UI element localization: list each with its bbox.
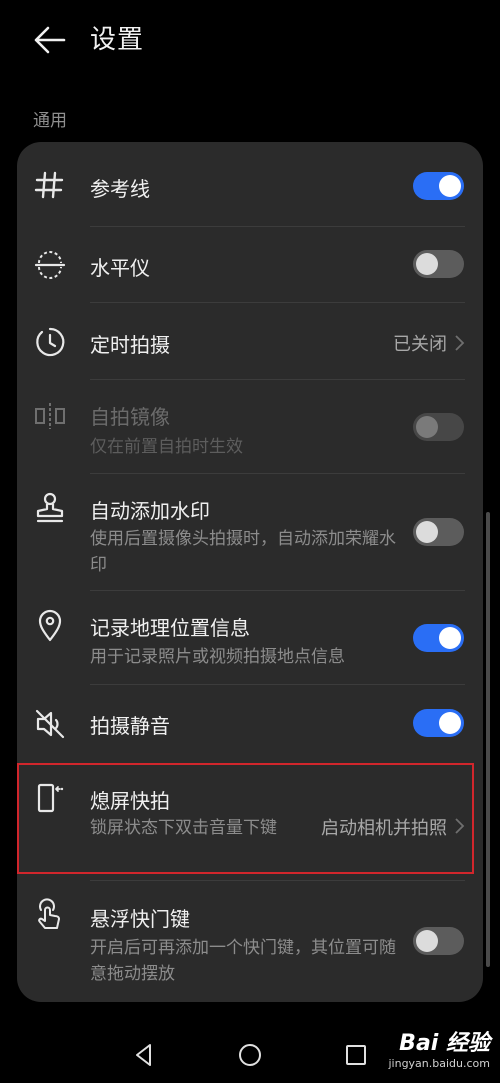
setting-location[interactable]: 记录地理位置信息 用于记录照片或视频拍摄地点信息	[17, 591, 483, 684]
header: 设置	[0, 0, 500, 82]
mute-icon	[33, 707, 67, 741]
setting-description: 用于记录照片或视频拍摄地点信息	[90, 647, 345, 667]
setting-description: 使用后置摄像头拍摄时，自动添加荣耀水印	[90, 529, 396, 575]
back-triangle-icon[interactable]	[129, 1040, 159, 1070]
grid-icon	[33, 168, 67, 202]
recents-square-icon[interactable]	[341, 1040, 371, 1070]
location-toggle[interactable]	[413, 624, 464, 652]
mirror-icon	[33, 399, 67, 433]
setting-level[interactable]: 水平仪	[17, 227, 483, 304]
setting-description: 开启后可再添加一个快门键，其位置可随意拖动摆放	[90, 938, 396, 984]
setting-label: 自拍镜像	[90, 405, 170, 429]
watermark-toggle[interactable]	[413, 518, 464, 546]
location-icon	[33, 609, 67, 643]
timer-icon	[33, 325, 67, 359]
setting-grid-lines[interactable]: 参考线	[17, 142, 483, 226]
level-icon	[33, 248, 67, 282]
setting-watermark[interactable]: 自动添加水印 使用后置摄像头拍摄时，自动添加荣耀水印	[17, 474, 483, 591]
setting-label: 参考线	[90, 177, 150, 201]
chevron-right-icon	[453, 333, 465, 353]
baidu-watermark: Bai 经验 jingyan.baidu.com	[388, 1031, 490, 1070]
selfie-mirror-toggle[interactable]	[413, 413, 464, 441]
page-title: 设置	[90, 25, 145, 55]
setting-label: 自动添加水印	[90, 499, 210, 523]
highlight-box	[17, 763, 474, 874]
setting-mute[interactable]: 拍摄静音	[17, 685, 483, 762]
setting-floating-shutter[interactable]: 悬浮快门键 开启后可再添加一个快门键，其位置可随意拖动摆放	[17, 881, 483, 1002]
setting-label: 水平仪	[90, 256, 150, 280]
setting-description: 仅在前置自拍时生效	[90, 437, 243, 457]
watermark-brand: Bai 经验	[399, 1031, 490, 1056]
touch-icon	[33, 897, 67, 931]
setting-label: 拍摄静音	[90, 714, 170, 738]
setting-selfie-mirror[interactable]: 自拍镜像 仅在前置自拍时生效	[17, 380, 483, 473]
setting-label: 记录地理位置信息	[90, 616, 250, 640]
level-toggle[interactable]	[413, 250, 464, 278]
back-arrow-icon[interactable]	[30, 22, 70, 58]
watermark-url: jingyan.baidu.com	[388, 1057, 490, 1070]
mute-toggle[interactable]	[413, 709, 464, 737]
floating-shutter-toggle[interactable]	[413, 927, 464, 955]
home-circle-icon[interactable]	[235, 1040, 265, 1070]
stamp-icon	[33, 490, 67, 524]
setting-label: 悬浮快门键	[90, 907, 190, 931]
scrollbar[interactable]	[486, 512, 490, 967]
grid-lines-toggle[interactable]	[413, 172, 464, 200]
setting-timer[interactable]: 定时拍摄 已关闭	[17, 303, 483, 380]
section-label-general: 通用	[33, 111, 67, 131]
setting-label: 定时拍摄	[90, 333, 170, 357]
timer-value: 已关闭	[393, 334, 447, 355]
